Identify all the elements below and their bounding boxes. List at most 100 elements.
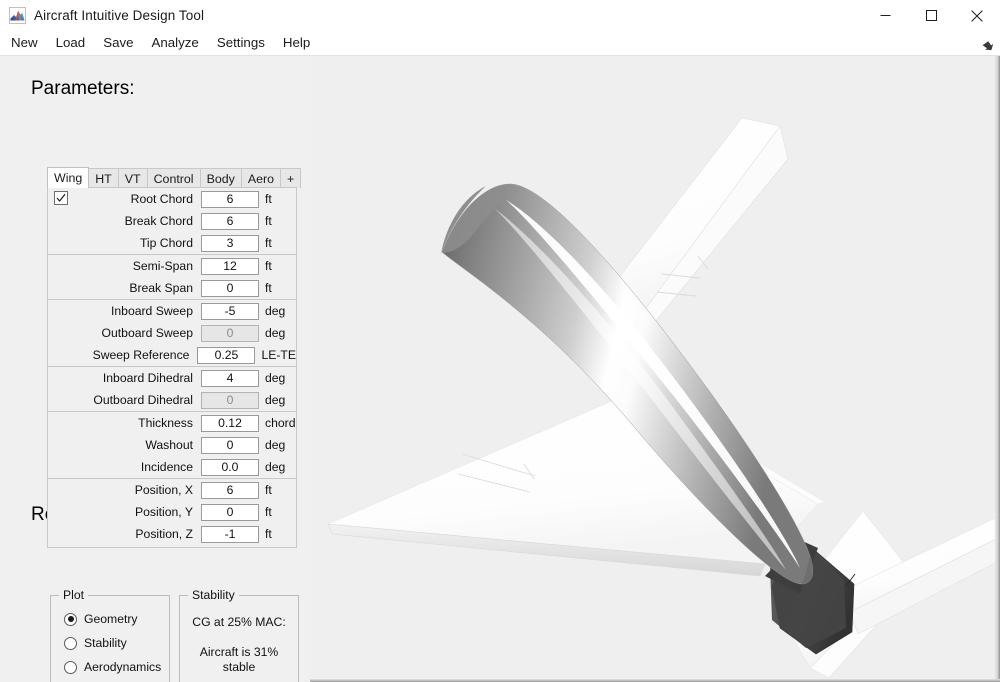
param-unit-root-chord: ft [259,192,272,206]
param-row-root-chord: Root Chord ft [48,188,296,210]
resize-arrow-icon [982,39,995,52]
param-input-position-z[interactable] [201,526,259,543]
tab-vt[interactable]: VT [118,168,148,188]
param-row-tip-chord: Tip Chord ft [48,232,296,254]
param-label-position-y: Position, Y [48,505,201,519]
wing-enable-checkbox[interactable] [54,191,68,205]
param-row-inboard-dihedral: Inboard Dihedral deg [48,367,296,389]
param-input-position-y[interactable] [201,504,259,521]
tab-control[interactable]: Control [147,168,201,188]
param-unit-thickness: chord [259,416,296,430]
parameter-group-dihedral: Inboard Dihedral deg Outboard Dihedral d… [48,367,296,412]
param-unit-outboard-sweep: deg [259,326,285,340]
radio-label-aerodynamics: Aerodynamics [84,660,161,674]
tab-ht[interactable]: HT [88,168,119,188]
param-row-thickness: Thickness chord [48,412,296,434]
stability-margin-text-2: stable [179,660,299,674]
param-row-position-y: Position, Y ft [48,501,296,523]
window-controls [862,0,1000,31]
param-input-semi-span[interactable] [201,258,259,275]
minimize-button[interactable] [862,0,908,31]
param-label-sweep-reference: Sweep Reference [48,348,197,362]
window-title: Aircraft Intuitive Design Tool [34,8,204,23]
radio-mark-geometry [64,613,77,626]
param-label-position-z: Position, Z [48,527,201,541]
param-unit-inboard-sweep: deg [259,304,285,318]
maximize-button[interactable] [908,0,954,31]
menu-item-help[interactable]: Help [274,33,319,53]
menu-item-new[interactable]: New [2,33,47,53]
stability-cg-text: CG at 25% MAC: [179,615,299,629]
tab-wing[interactable]: Wing [47,167,89,188]
param-input-sweep-reference[interactable] [197,347,255,364]
param-input-outboard-sweep [201,325,259,342]
param-unit-position-x: ft [259,483,272,497]
param-unit-semi-span: ft [259,259,272,273]
parameter-group-spans: Semi-Span ft Break Span ft [48,255,296,300]
tab-add-new[interactable]: + [280,168,301,188]
parameter-group-airfoil: Thickness chord Washout deg Incidence [48,412,296,479]
title-bar: Aircraft Intuitive Design Tool [0,0,1000,31]
param-input-break-chord[interactable] [201,213,259,230]
left-panel: Parameters: Wing HT VT Control Body Aero… [0,56,310,682]
param-input-washout[interactable] [201,437,259,454]
radio-label-geometry: Geometry [84,612,138,626]
parameter-group-chords: Root Chord ft Break Chord ft Tip Chord [48,188,296,255]
menu-item-settings[interactable]: Settings [208,33,274,53]
close-button[interactable] [954,0,1000,31]
param-unit-sweep-reference: LE-TE [255,348,296,362]
param-input-inboard-sweep[interactable] [201,303,259,320]
menu-item-analyze[interactable]: Analyze [143,33,208,53]
stability-margin-text-1: Aircraft is 31% [179,645,299,659]
main-content: Parameters: Wing HT VT Control Body Aero… [0,56,1000,682]
plot-right-border [995,56,1000,682]
param-label-break-chord: Break Chord [48,214,201,228]
param-input-position-x[interactable] [201,482,259,499]
tab-aero[interactable]: Aero [241,168,281,188]
param-row-break-span: Break Span ft [48,277,296,299]
param-row-outboard-dihedral: Outboard Dihedral deg [48,389,296,411]
radio-option-stability[interactable]: Stability [64,636,127,650]
param-input-root-chord[interactable] [201,191,259,208]
param-input-tip-chord[interactable] [201,235,259,252]
param-unit-washout: deg [259,438,285,452]
application-window: Aircraft Intuitive Design Tool New Load … [0,0,1000,682]
param-input-inboard-dihedral[interactable] [201,370,259,387]
matlab-app-icon [9,7,26,24]
param-input-thickness[interactable] [201,415,259,432]
param-row-washout: Washout deg [48,434,296,456]
stability-result-group: Stability CG at 25% MAC: Aircraft is 31%… [179,595,299,682]
param-label-washout: Washout [48,438,201,452]
wing-parameters-form: Root Chord ft Break Chord ft Tip Chord [47,187,297,548]
plot-option-group: Plot Geometry Stability Aerodynamics [50,595,170,682]
param-input-break-span[interactable] [201,280,259,297]
menu-item-load[interactable]: Load [47,33,95,53]
parameters-heading: Parameters: [31,78,134,100]
param-row-semi-span: Semi-Span ft [48,255,296,277]
param-input-incidence[interactable] [201,459,259,476]
param-label-root-chord: Root Chord [48,192,201,206]
radio-label-stability: Stability [84,636,127,650]
param-row-inboard-sweep: Inboard Sweep deg [48,300,296,322]
param-label-thickness: Thickness [48,416,201,430]
param-unit-position-z: ft [259,527,272,541]
parameters-panel: Wing HT VT Control Body Aero + [47,167,297,548]
param-label-tip-chord: Tip Chord [48,236,201,250]
radio-mark-aerodynamics [64,661,77,674]
geometry-3d-view[interactable] [310,56,1000,682]
param-unit-incidence: deg [259,460,285,474]
param-unit-tip-chord: ft [259,236,272,250]
parameter-group-position: Position, X ft Position, Y ft Position, … [48,479,296,545]
param-label-position-x: Position, X [48,483,201,497]
param-label-break-span: Break Span [48,281,201,295]
param-unit-outboard-dihedral: deg [259,393,285,407]
param-unit-break-chord: ft [259,214,272,228]
tab-body[interactable]: Body [200,168,242,188]
radio-option-geometry[interactable]: Geometry [64,612,138,626]
menu-bar: New Load Save Analyze Settings Help [0,31,1000,56]
radio-option-aerodynamics[interactable]: Aerodynamics [64,660,161,674]
param-row-position-z: Position, Z ft [48,523,296,545]
menu-item-save[interactable]: Save [94,33,142,53]
param-unit-inboard-dihedral: deg [259,371,285,385]
param-unit-position-y: ft [259,505,272,519]
